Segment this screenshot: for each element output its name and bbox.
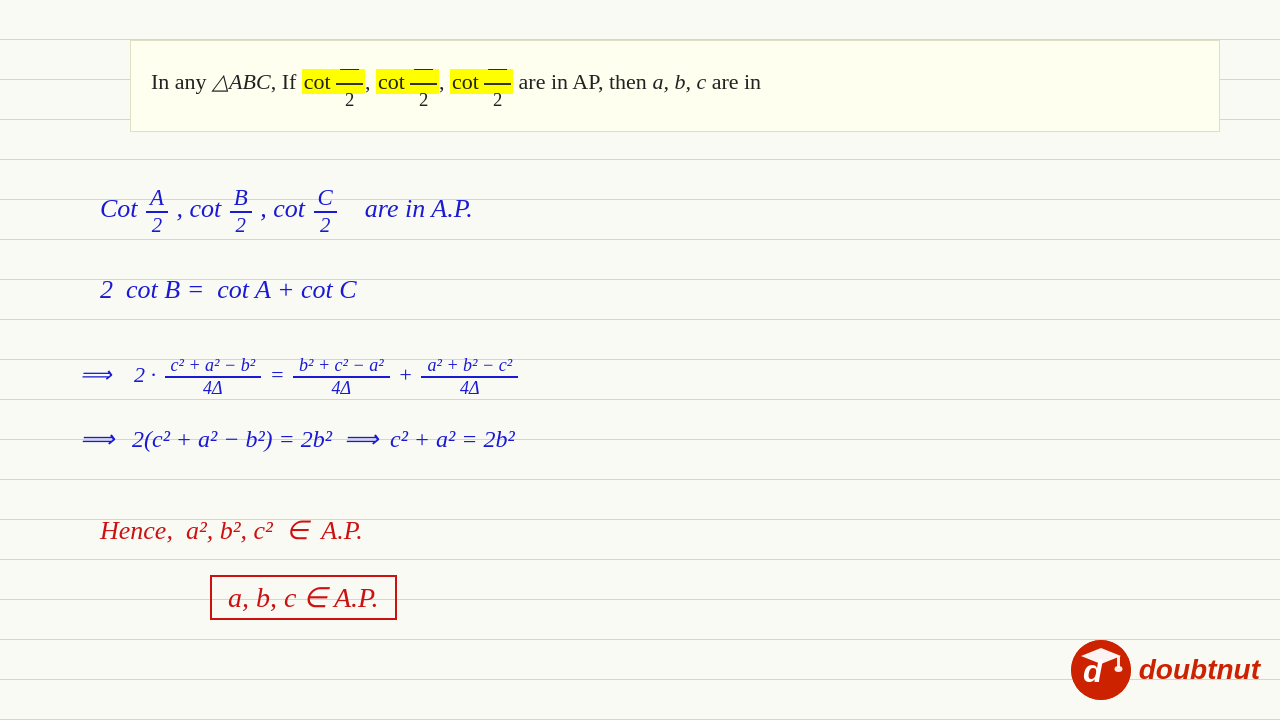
solution-line-6-boxed: a, b, c ∈ A.P. (210, 575, 1200, 620)
solution-line-4: ⟹ 2(c² + a² − b²) = 2b² ⟹ c² + a² = 2b² (80, 425, 1200, 453)
doubtnut-brand-text: doubtnut (1139, 654, 1260, 686)
doubtnut-icon: d (1071, 640, 1131, 700)
final-answer: a, b, c ∈ A.P. (210, 575, 397, 620)
svg-point-4 (1114, 666, 1122, 672)
solution-line-5: Hence, a², b², c² ∈ A.P. (100, 515, 1200, 546)
solution-line-3: ⟹ 2 · c² + a² − b² 4Δ = b² + c² − a² 4Δ … (80, 355, 1200, 399)
solution-line-2: 2 cot B = cot A + cot C (100, 275, 1200, 305)
math-content: Cot A 2 , cot B 2 , cot C 2 are in A.P. … (80, 175, 1200, 640)
solution-line-1: Cot A 2 , cot B 2 , cot C 2 are in A.P. (100, 185, 1200, 237)
question-banner: In any △ABC, If cot —2, cot —2, cot —2 a… (130, 40, 1220, 132)
notebook-background: In any △ABC, If cot —2, cot —2, cot —2 a… (0, 0, 1280, 720)
question-text: In any △ABC, If cot —2, cot —2, cot —2 a… (151, 69, 761, 94)
doubtnut-logo: d doubtnut (1071, 640, 1260, 700)
doubtnut-svg-icon: d (1071, 640, 1131, 700)
